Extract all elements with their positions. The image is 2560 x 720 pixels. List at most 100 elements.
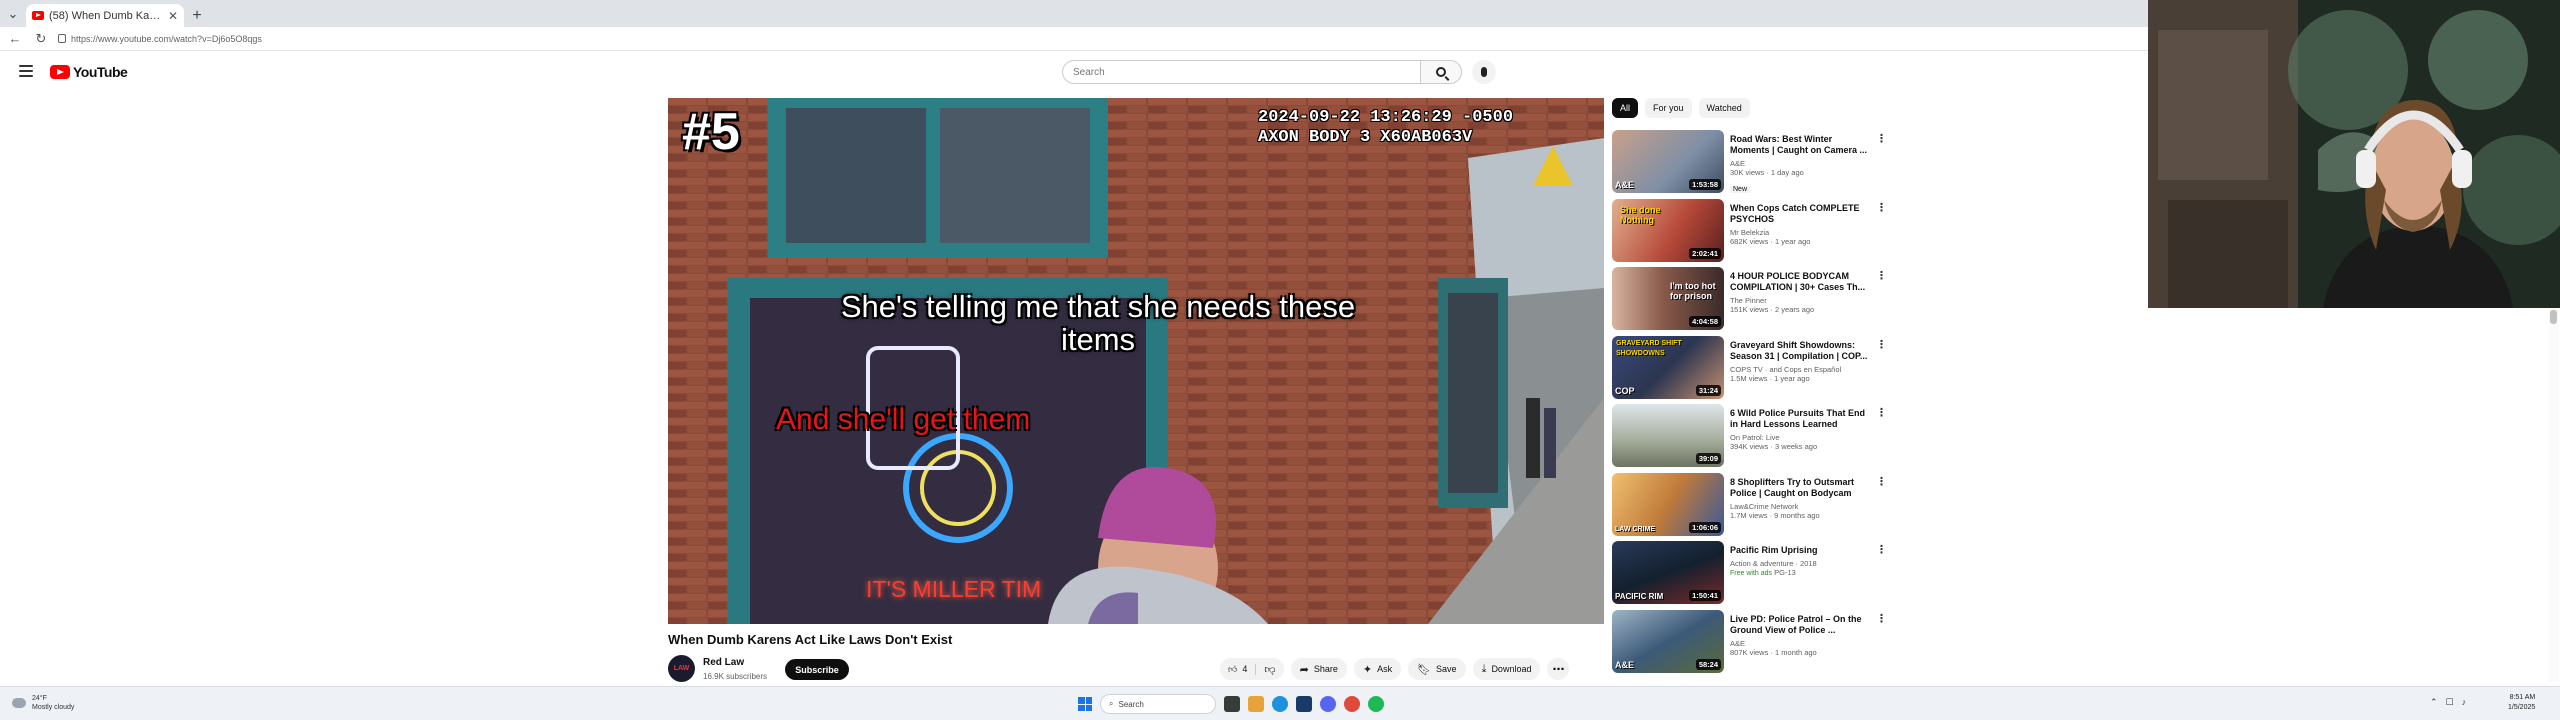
- download-button[interactable]: ⤓ Download: [1472, 658, 1541, 680]
- page-scrollbar[interactable]: [2549, 302, 2559, 682]
- list-item[interactable]: GRAVEYARD SHIFT SHOWDOWNS COP 31:24 Grave…: [1612, 335, 1887, 405]
- discord-icon[interactable]: [1320, 696, 1336, 712]
- more-vertical-icon[interactable]: ⋮: [1876, 543, 1887, 556]
- reload-icon[interactable]: ↻: [32, 31, 50, 47]
- share-button[interactable]: ➦ Share: [1290, 658, 1347, 680]
- bookmark-icon: 🔖︎: [1417, 663, 1432, 676]
- video-title[interactable]: 6 Wild Police Pursuits That End in Hard …: [1730, 408, 1870, 430]
- thumbs-down-icon: 👎︎: [1264, 663, 1276, 676]
- thumbnail-logo: COP: [1615, 385, 1635, 396]
- more-vertical-icon[interactable]: ⋮: [1876, 612, 1887, 625]
- video-player[interactable]: #5 2024-09-22 13:26:29 -0500 AXON BODY 3…: [668, 98, 1604, 624]
- tab-list-chevron-icon[interactable]: ⌄: [0, 0, 26, 27]
- video-meta: Live PD: Police Patrol – On the Ground V…: [1730, 610, 1884, 679]
- list-item[interactable]: A&E 1:53:58 Road Wars: Best Winter Momen…: [1612, 130, 1887, 199]
- video-title[interactable]: Graveyard Shift Showdowns: Season 31 | C…: [1730, 340, 1870, 362]
- search-input[interactable]: [1062, 60, 1420, 84]
- video-thumbnail[interactable]: A&E 1:53:58: [1612, 130, 1724, 193]
- list-item[interactable]: A&E 58:24 Live PD: Police Patrol – On th…: [1612, 609, 1887, 679]
- video-thumbnail[interactable]: She done Nothing 2:02:41: [1612, 198, 1724, 262]
- more-vertical-icon[interactable]: ⋮: [1876, 132, 1887, 145]
- more-vertical-icon[interactable]: ⋮: [1876, 338, 1887, 351]
- chrome-icon[interactable]: [1344, 696, 1360, 712]
- subscribe-button[interactable]: Subscribe: [785, 659, 849, 680]
- weather-widget[interactable]: 24°F Mostly cloudy: [12, 694, 74, 712]
- task-view-icon[interactable]: [1224, 696, 1240, 712]
- browser-tab-active[interactable]: (58) When Dumb Karens Act Like Laws Don'…: [26, 4, 184, 27]
- list-item[interactable]: She done Nothing 2:02:41 When Cops Catch …: [1612, 198, 1887, 268]
- file-explorer-icon[interactable]: [1248, 696, 1264, 712]
- network-icon[interactable]: ☐: [2446, 697, 2454, 708]
- channel-name[interactable]: A&E: [1730, 639, 1870, 648]
- channel-name[interactable]: A&E: [1730, 159, 1870, 168]
- store-icon[interactable]: [1296, 696, 1312, 712]
- bodycam-timestamp: 2024-09-22 13:26:29 -0500: [1258, 108, 1514, 127]
- youtube-logo-text: YouTube: [73, 64, 128, 80]
- more-vertical-icon[interactable]: ⋮: [1876, 201, 1887, 214]
- url-field[interactable]: https://www.youtube.com/watch?v=Dj6o5O8q…: [58, 34, 262, 44]
- scrollbar-thumb[interactable]: [2550, 310, 2557, 324]
- dislike-button[interactable]: 👎︎: [1256, 663, 1283, 676]
- bodycam-device: AXON BODY 3 X60AB063V: [1258, 128, 1473, 147]
- youtube-header: YouTube: [0, 52, 2148, 92]
- video-meta: 6 Wild Police Pursuits That End in Hard …: [1730, 404, 1884, 473]
- video-duration: 2:02:41: [1689, 247, 1721, 259]
- channel-name[interactable]: Law&Crime Network: [1730, 502, 1870, 511]
- like-button[interactable]: 👍︎ 4: [1220, 663, 1257, 675]
- chip-for-you[interactable]: For you: [1645, 98, 1692, 118]
- view-count: 30K views · 1 day ago: [1730, 168, 1804, 177]
- channel-name[interactable]: COPS TV · and Cops en Español: [1730, 365, 1870, 374]
- sparkle-icon: ✦: [1362, 663, 1373, 676]
- list-item[interactable]: PACIFIC RIM 1:50:41 Pacific Rim Uprising…: [1612, 541, 1887, 610]
- speaker-icon[interactable]: ♪: [2462, 697, 2467, 708]
- cloud-icon: [12, 698, 26, 708]
- windows-start-icon[interactable]: [1078, 697, 1092, 711]
- edge-browser-icon[interactable]: [1272, 696, 1288, 712]
- channel-name[interactable]: The Pinner: [1730, 296, 1870, 305]
- spotify-icon[interactable]: [1368, 696, 1384, 712]
- tab-close-icon[interactable]: ✕: [168, 9, 178, 23]
- video-thumbnail[interactable]: A&E 58:24: [1612, 609, 1724, 673]
- system-clock[interactable]: 8:51 AM 1/5/2025: [2508, 693, 2535, 713]
- ask-button[interactable]: ✦ Ask: [1353, 658, 1402, 680]
- video-title[interactable]: Live PD: Police Patrol – On the Ground V…: [1730, 614, 1870, 636]
- chip-watched[interactable]: Watched: [1698, 98, 1750, 118]
- video-title[interactable]: Road Wars: Best Winter Moments | Caught …: [1730, 134, 1870, 156]
- more-vertical-icon[interactable]: ⋮: [1876, 475, 1887, 488]
- more-vertical-icon[interactable]: ⋮: [1876, 406, 1887, 419]
- video-title[interactable]: When Cops Catch COMPLETE PSYCHOS: [1730, 203, 1870, 225]
- search-button[interactable]: [1420, 60, 1462, 84]
- more-actions-icon[interactable]: ⋯: [1547, 658, 1570, 680]
- video-duration: 1:53:58: [1689, 179, 1721, 190]
- back-arrow-icon[interactable]: ←: [6, 31, 24, 46]
- address-bar: ← ↻ https://www.youtube.com/watch?v=Dj6o…: [0, 27, 2148, 51]
- video-title[interactable]: 8 Shoplifters Try to Outsmart Police | C…: [1730, 477, 1870, 499]
- video-thumbnail[interactable]: GRAVEYARD SHIFT SHOWDOWNS COP 31:24: [1612, 335, 1724, 399]
- video-thumbnail[interactable]: 39:09: [1612, 404, 1724, 467]
- youtube-logo[interactable]: YouTube: [50, 64, 128, 80]
- channel-name[interactable]: On Patrol: Live: [1730, 433, 1870, 442]
- list-item[interactable]: LAW CRIME 1:06:06 8 Shoplifters Try to O…: [1612, 472, 1887, 542]
- thumbnail-caption: GRAVEYARD SHIFT SHOWDOWNS: [1616, 339, 1682, 357]
- thumbnail-logo: LAW CRIME: [1615, 525, 1656, 533]
- taskbar-search[interactable]: ⌕ Search: [1100, 694, 1216, 714]
- video-title[interactable]: 4 HOUR POLICE BODYCAM COMPILATION | 30+ …: [1730, 271, 1870, 293]
- video-thumbnail[interactable]: LAW CRIME 1:06:06: [1612, 472, 1724, 536]
- channel-name[interactable]: Red Law: [703, 657, 744, 668]
- new-tab-button[interactable]: +: [184, 4, 210, 27]
- chevron-up-icon[interactable]: ⌃: [2430, 697, 2438, 708]
- voice-search-button[interactable]: [1472, 60, 1496, 84]
- save-button[interactable]: 🔖︎ Save: [1408, 658, 1466, 680]
- video-title[interactable]: Pacific Rim Uprising: [1730, 545, 1870, 556]
- channel-name[interactable]: Action & adventure · 2018: [1730, 559, 1870, 568]
- video-thumbnail[interactable]: PACIFIC RIM 1:50:41: [1612, 541, 1724, 604]
- list-item[interactable]: I'm too hot for prison 4:04:58 4 HOUR POL…: [1612, 267, 1887, 336]
- channel-name[interactable]: Mr Belekzia: [1730, 228, 1870, 237]
- chip-all[interactable]: All: [1612, 98, 1639, 118]
- video-thumbnail[interactable]: I'm too hot for prison 4:04:58: [1612, 267, 1724, 330]
- video-meta: 4 HOUR POLICE BODYCAM COMPILATION | 30+ …: [1730, 267, 1884, 336]
- menu-icon[interactable]: [19, 65, 33, 77]
- more-vertical-icon[interactable]: ⋮: [1876, 269, 1887, 282]
- list-item[interactable]: 39:09 6 Wild Police Pursuits That End in…: [1612, 404, 1887, 473]
- channel-avatar[interactable]: LAW: [668, 655, 695, 682]
